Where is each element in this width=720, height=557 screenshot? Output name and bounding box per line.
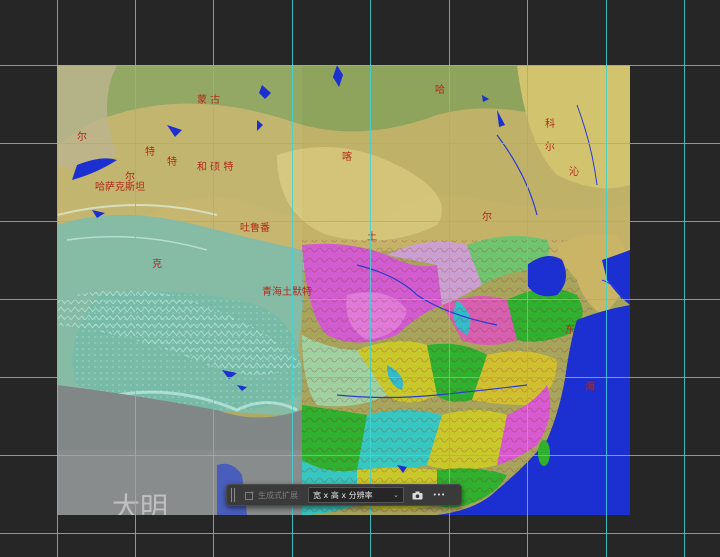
map-label: 和 硕 特 (197, 161, 233, 173)
map-label: 科 (545, 117, 555, 130)
size-resolution-select[interactable]: 宽 x 高 x 分辨率 ⌄ (308, 487, 404, 503)
guide-horizontal[interactable] (0, 221, 720, 222)
map-label: 克 (152, 258, 162, 270)
guide-horizontal[interactable] (0, 143, 720, 144)
guide-vertical[interactable] (527, 0, 528, 557)
map-label: 特 (145, 146, 155, 158)
guide-horizontal[interactable] (0, 455, 720, 456)
map-label: 哈萨克斯坦 (95, 180, 145, 193)
contextual-taskbar: 生成式扩展 宽 x 高 x 分辨率 ⌄ ••• (226, 484, 462, 506)
map-label: 尔 (545, 140, 555, 153)
map-label: 东 (565, 323, 575, 336)
generative-expand-label: 生成式扩展 (258, 490, 298, 500)
more-options-button[interactable]: ••• (430, 487, 448, 503)
chevron-down-icon: ⌄ (393, 491, 399, 499)
guide-vertical[interactable] (449, 0, 450, 557)
generative-expand-icon (245, 490, 255, 500)
camera-icon (412, 491, 422, 499)
taskbar-drag-handle[interactable] (231, 488, 235, 502)
document-canvas[interactable]: 哈 喀 尔 特 蒙 古 尔 特 哈萨克斯坦 和 硕 特 吐鲁番 克 青海土默特 … (57, 65, 630, 515)
more-icon: ••• (432, 491, 446, 499)
map-label: 青海土默特 (262, 285, 312, 298)
camera-button[interactable] (408, 487, 426, 503)
map-label: 尔 (77, 130, 87, 143)
guide-horizontal[interactable] (0, 299, 720, 300)
map-label: 吐鲁番 (240, 221, 270, 234)
guide-horizontal[interactable] (0, 377, 720, 378)
generative-expand-button[interactable]: 生成式扩展 (241, 486, 302, 504)
guide-vertical[interactable] (370, 0, 371, 557)
guide-horizontal[interactable] (0, 533, 720, 534)
map-label: 特 (167, 156, 177, 168)
guide-vertical[interactable] (135, 0, 136, 557)
canvas-area[interactable]: 哈 喀 尔 特 蒙 古 尔 特 哈萨克斯坦 和 硕 特 吐鲁番 克 青海土默特 … (0, 0, 720, 557)
guide-horizontal[interactable] (0, 65, 720, 66)
size-select-value: 宽 x 高 x 分辨率 (313, 490, 373, 500)
map-label: 沁 (569, 166, 579, 178)
map-label: 喀 (342, 150, 352, 163)
map-label: 大明 (112, 491, 168, 515)
guide-vertical[interactable] (292, 0, 293, 557)
guide-vertical[interactable] (57, 0, 58, 557)
guide-vertical[interactable] (684, 0, 685, 557)
guide-vertical[interactable] (213, 0, 214, 557)
map-label: 蒙 古 (197, 93, 220, 106)
historical-map-image: 哈 喀 尔 特 蒙 古 尔 特 哈萨克斯坦 和 硕 特 吐鲁番 克 青海土默特 … (57, 65, 630, 515)
map-label: 海 (585, 380, 595, 393)
map-label: 哈 (435, 83, 445, 96)
map-label: 土 (367, 230, 377, 243)
guide-vertical[interactable] (606, 0, 607, 557)
